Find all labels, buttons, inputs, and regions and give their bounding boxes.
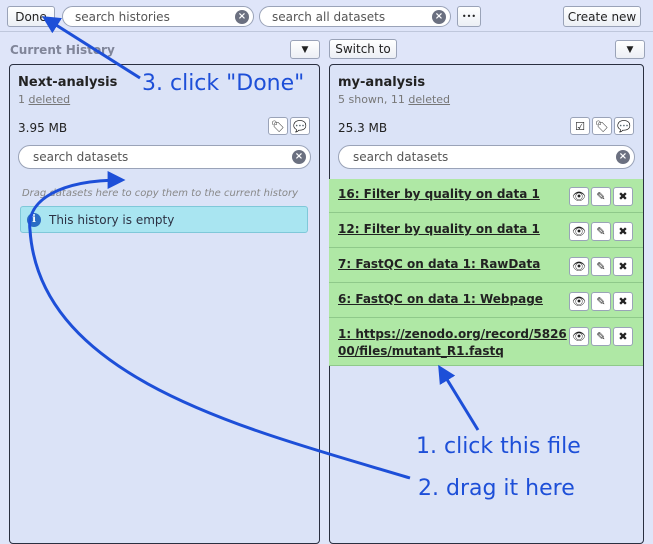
eye-icon: 👁	[572, 190, 586, 203]
dataset-title[interactable]: 1: https://zenodo.org/record/5826 00/fil…	[338, 326, 567, 360]
close-icon: ✖	[618, 190, 628, 203]
pencil-icon: ✎	[596, 260, 606, 273]
current-history-dropdown[interactable]: ▼	[290, 40, 320, 59]
history-search-placeholder: search datasets	[33, 150, 129, 164]
dataset-item[interactable]: 6: FastQC on data 1: Webpage 👁 ✎ ✖	[329, 283, 643, 318]
close-icon: ✖	[618, 330, 628, 343]
create-new-button[interactable]: Create new	[563, 6, 641, 27]
dataset-title[interactable]: 16: Filter by quality on data 1	[338, 186, 540, 203]
annotation-step2: 2. drag it here	[418, 476, 575, 501]
clear-icon[interactable]: ×	[292, 150, 306, 164]
current-history-label: Current History	[10, 43, 115, 57]
history-count-text: 1	[18, 93, 29, 106]
current-history-panel: Next-analysis 1 deleted 3.95 MB 🏷 💬 sear…	[9, 64, 320, 544]
more-options-button[interactable]: •••	[457, 6, 481, 27]
eye-icon: 👁	[572, 225, 586, 238]
dataset-title[interactable]: 7: FastQC on data 1: RawData	[338, 256, 540, 273]
history-search-input[interactable]: search datasets ×	[18, 145, 311, 169]
drop-hint: Drag datasets here to copy them to the c…	[21, 188, 299, 199]
edit-button[interactable]: ✎	[591, 257, 611, 276]
history-search-placeholder: search datasets	[353, 150, 449, 164]
edit-button[interactable]: ✎	[591, 292, 611, 311]
annotation-button[interactable]: 💬	[290, 117, 310, 135]
history-count: 1 deleted	[18, 93, 70, 106]
deleted-link[interactable]: deleted	[29, 93, 71, 106]
edit-button[interactable]: ✎	[591, 187, 611, 206]
checkbox-icon: ☑	[575, 119, 585, 133]
delete-button[interactable]: ✖	[613, 292, 633, 311]
delete-button[interactable]: ✖	[613, 257, 633, 276]
pencil-icon: ✎	[596, 295, 606, 308]
dataset-title-line: 1: https://zenodo.org/record/5826	[338, 327, 567, 341]
tags-button[interactable]: 🏷	[268, 117, 288, 135]
history-count-text: 5 shown, 11	[338, 93, 409, 106]
delete-button[interactable]: ✖	[613, 222, 633, 241]
caret-down-icon: ▼	[301, 44, 309, 55]
view-button[interactable]: 👁	[569, 222, 589, 241]
pencil-icon: ✎	[596, 330, 606, 343]
clear-icon[interactable]: ×	[432, 9, 446, 24]
dataset-item[interactable]: 1: https://zenodo.org/record/5826 00/fil…	[329, 318, 643, 366]
empty-history-text: This history is empty	[49, 212, 175, 227]
eye-icon: 👁	[572, 260, 586, 273]
deleted-link[interactable]: deleted	[408, 93, 450, 106]
history-size: 25.3 MB	[338, 121, 388, 135]
caret-down-icon: ▼	[626, 44, 634, 55]
history-count: 5 shown, 11 deleted	[338, 93, 450, 106]
history-name: Next-analysis	[18, 75, 118, 90]
search-histories-placeholder: search histories	[75, 9, 170, 24]
dataset-item[interactable]: 16: Filter by quality on data 1 👁 ✎ ✖	[329, 179, 643, 213]
view-button[interactable]: 👁	[569, 327, 589, 346]
edit-button[interactable]: ✎	[591, 222, 611, 241]
history-search-input[interactable]: search datasets ×	[338, 145, 635, 169]
history-name: my-analysis	[338, 75, 426, 90]
view-button[interactable]: 👁	[569, 292, 589, 311]
annotation-step1: 1. click this file	[416, 434, 581, 459]
delete-button[interactable]: ✖	[613, 187, 633, 206]
eye-icon: 👁	[572, 295, 586, 308]
edit-button[interactable]: ✎	[591, 327, 611, 346]
dataset-item[interactable]: 12: Filter by quality on data 1 👁 ✎ ✖	[329, 213, 643, 248]
tag-icon: 🏷	[595, 119, 609, 133]
dataset-title-line: 00/files/mutant_R1.fastq	[338, 344, 504, 358]
close-icon: ✖	[618, 260, 628, 273]
search-all-datasets-input[interactable]: search all datasets ×	[259, 6, 451, 27]
tags-button[interactable]: 🏷	[592, 117, 612, 135]
dataset-item[interactable]: 7: FastQC on data 1: RawData 👁 ✎ ✖	[329, 248, 643, 283]
comment-icon: 💬	[293, 119, 307, 133]
history-size: 3.95 MB	[18, 121, 68, 135]
pencil-icon: ✎	[596, 225, 606, 238]
view-button[interactable]: 👁	[569, 257, 589, 276]
clear-icon[interactable]: ×	[616, 150, 630, 164]
search-all-datasets-placeholder: search all datasets	[272, 9, 386, 24]
clear-icon[interactable]: ×	[235, 9, 249, 24]
pencil-icon: ✎	[596, 190, 606, 203]
empty-history-message: i This history is empty	[20, 206, 308, 233]
comment-icon: 💬	[617, 119, 631, 133]
annotation-button[interactable]: 💬	[614, 117, 634, 135]
delete-button[interactable]: ✖	[613, 327, 633, 346]
switch-to-button[interactable]: Switch to	[329, 39, 397, 59]
close-icon: ✖	[618, 225, 628, 238]
top-toolbar: Done search histories × search all datas…	[0, 0, 653, 32]
dataset-title[interactable]: 12: Filter by quality on data 1	[338, 221, 540, 238]
done-button[interactable]: Done	[7, 6, 55, 27]
close-icon: ✖	[618, 295, 628, 308]
annotation-step3: 3. click "Done"	[142, 71, 305, 96]
search-histories-input[interactable]: search histories ×	[62, 6, 254, 27]
select-items-button[interactable]: ☑	[570, 117, 590, 135]
view-button[interactable]: 👁	[569, 187, 589, 206]
other-history-dropdown[interactable]: ▼	[615, 40, 645, 59]
info-icon: i	[27, 212, 41, 227]
eye-icon: 👁	[572, 330, 586, 343]
tag-icon: 🏷	[271, 119, 285, 133]
dataset-title[interactable]: 6: FastQC on data 1: Webpage	[338, 291, 543, 308]
